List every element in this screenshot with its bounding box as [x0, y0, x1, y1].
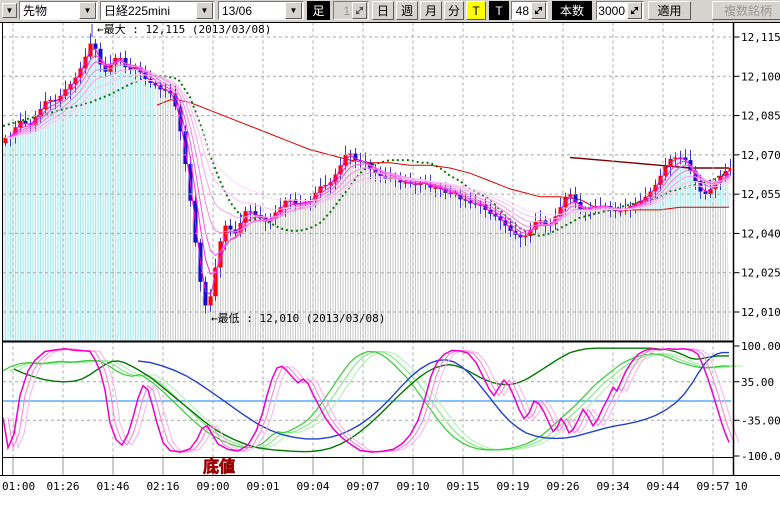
tick-count-stepper[interactable]: 48	[511, 1, 548, 20]
time-tick-label: 09:57	[696, 480, 729, 493]
price-tick-label: 12,055	[741, 188, 780, 201]
time-tick-label: 10	[734, 480, 747, 493]
symbol-select-value: 日経225mini	[101, 2, 195, 19]
time-tick-label: 09:01	[246, 480, 279, 493]
oscillator-tick-label: -100.00	[741, 450, 780, 463]
chart-canvas[interactable]: 12,115 12,100 12,085 12,070 12,055 12,040 12,0…	[0, 0, 780, 500]
multi-symbol-button[interactable]: 複数銘柄	[712, 1, 780, 20]
category-select[interactable]: 先物 ▼	[19, 1, 98, 20]
interval-stepper: 1	[333, 1, 369, 20]
chart-area: 12,115 12,100 12,085 12,070 12,055 12,040 12,0…	[0, 0, 780, 500]
max-price-annotation: ←最大 : 12,115 (2013/03/08)	[97, 22, 271, 36]
period-tick-button[interactable]: T	[466, 1, 486, 20]
time-tick-label: 09:15	[446, 480, 479, 493]
price-tick-label: 12,100	[741, 70, 780, 83]
period-minute-button[interactable]: 分	[444, 1, 464, 20]
price-axis-labels: 12,115 12,100 12,085 12,070 12,055 12,040 12,0…	[741, 31, 780, 463]
bar-count-label: 本数	[552, 1, 592, 20]
price-tick-label: 12,085	[741, 110, 780, 123]
symbol-select[interactable]: 日経225mini ▼	[100, 1, 215, 20]
time-tick-label: 09:04	[296, 480, 329, 493]
corner-dropdown-button[interactable]: ▼	[2, 3, 17, 18]
bar-type-label: 足	[307, 1, 330, 20]
main-panel	[3, 34, 733, 342]
price-tick-label: 12,010	[741, 306, 780, 319]
price-tick-label: 12,040	[741, 227, 780, 240]
time-axis-labels: 01:00 01:26 01:46 02:16 09:00 09:01 09:04 09:07…	[2, 480, 748, 493]
period-month-button[interactable]: 月	[420, 1, 442, 20]
time-tick-label: 01:00	[2, 480, 35, 493]
time-tick-label: 09:10	[396, 480, 429, 493]
time-tick-label: 09:26	[546, 480, 579, 493]
time-tick-label: 01:26	[46, 480, 79, 493]
maroon-level-line	[570, 158, 729, 169]
chevron-down-icon[interactable]: ▼	[196, 2, 213, 19]
diagonal-spinner-icon[interactable]	[531, 2, 546, 19]
contract-select[interactable]: 13/06 ▼	[218, 1, 304, 20]
min-price-annotation: ←最低 : 12,010 (2013/03/08)	[211, 312, 385, 325]
oscillator-tick-label: -35.00	[741, 414, 780, 427]
chevron-down-icon[interactable]: ▼	[79, 2, 96, 19]
tick-count-value: 48	[512, 4, 530, 18]
chevron-down-icon[interactable]: ▼	[285, 2, 302, 19]
diagonal-spinner-icon[interactable]	[627, 2, 642, 19]
bar-count-stepper[interactable]: 3000	[596, 1, 644, 20]
x-tick-strip	[13, 458, 713, 475]
oscillator-blue	[138, 353, 729, 439]
time-tick-label: 01:46	[96, 480, 129, 493]
time-tick-label: 09:34	[596, 480, 629, 493]
toolbar: ▼ 先物 ▼ 日経225mini ▼ 13/06 ▼ 足 1 日 週 月 分 T…	[0, 0, 780, 22]
oscillator-panel	[3, 348, 743, 452]
diagonal-spinner-icon	[352, 2, 367, 19]
chevron-down-icon: ▼	[6, 6, 14, 15]
day-session-fill	[157, 86, 729, 341]
night-session-fill	[3, 42, 157, 341]
oscillator-tick-label: 100.00	[741, 340, 780, 353]
period-day-button[interactable]: 日	[372, 1, 394, 20]
contract-select-value: 13/06	[219, 4, 284, 18]
price-tick-label: 12,025	[741, 267, 780, 280]
price-tick-label: 12,115	[741, 31, 780, 44]
time-tick-label: 09:19	[496, 480, 529, 493]
bottom-price-label: 底値	[203, 457, 235, 476]
tick-count-label: T	[489, 1, 509, 20]
oscillator-tick-label: 35.00	[741, 376, 774, 389]
bar-count-value: 3000	[597, 4, 626, 18]
time-tick-label: 09:07	[346, 480, 379, 493]
apply-button[interactable]: 適用	[648, 1, 691, 20]
time-tick-label: 02:16	[146, 480, 179, 493]
time-tick-label: 09:00	[196, 480, 229, 493]
interval-value: 1	[334, 4, 351, 18]
category-select-value: 先物	[20, 2, 78, 19]
time-tick-label: 09:44	[646, 480, 679, 493]
price-tick-label: 12,070	[741, 149, 780, 162]
period-week-button[interactable]: 週	[396, 1, 418, 20]
